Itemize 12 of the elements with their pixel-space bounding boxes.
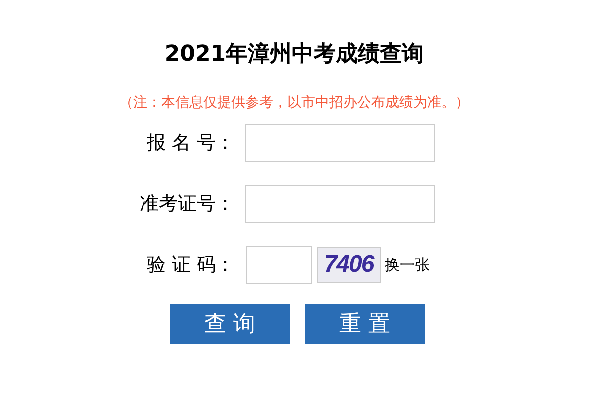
field-label: 准考证号：: [139, 192, 236, 217]
input-field[interactable]: [245, 124, 435, 162]
field-label: 验 证 码：: [146, 253, 236, 278]
page-title: 2021年漳州中考成绩查询: [164, 41, 424, 69]
search-button[interactable]: 查 询: [170, 304, 290, 344]
note-text: （注：本信息仅提供参考，以市中招办公布成绩为准。）: [120, 94, 470, 113]
refresh-link[interactable]: 换一张: [385, 256, 430, 274]
captcha-image: 7406: [317, 247, 381, 283]
input-field[interactable]: [245, 185, 435, 223]
field-label: 报 名 号：: [146, 131, 236, 156]
captcha-input-field[interactable]: [246, 246, 312, 284]
reset-button[interactable]: 重 置: [305, 304, 425, 344]
